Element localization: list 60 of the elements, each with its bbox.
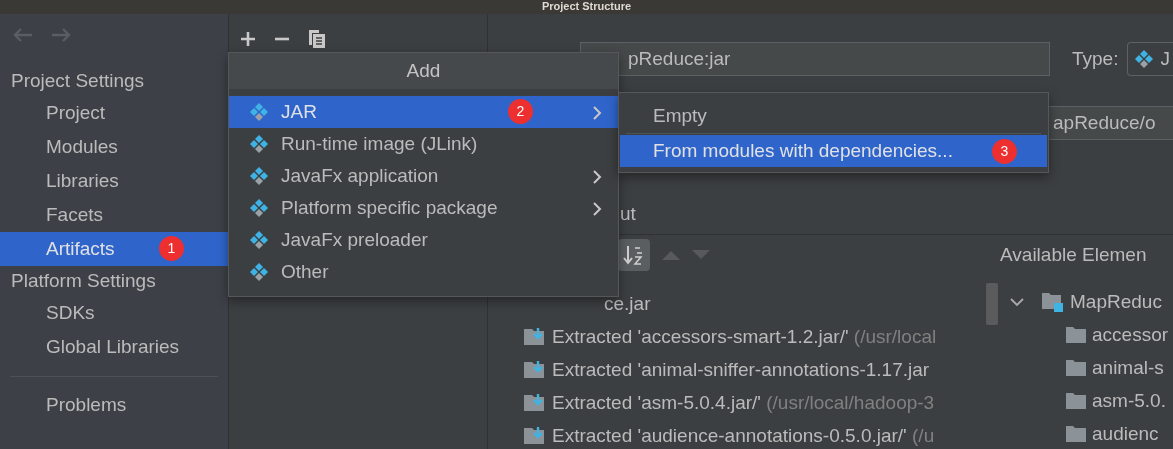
tree-item[interactable]: audienc xyxy=(1092,422,1159,445)
name-field[interactable]: pReduce:jar xyxy=(580,42,1050,76)
sidebar-item[interactable]: Artifacts 1 xyxy=(0,232,228,266)
window-title: Project Structure xyxy=(541,0,632,14)
diamond-icon xyxy=(1134,49,1155,69)
tree-item[interactable]: accessor xyxy=(1092,323,1169,346)
chevron-down-icon[interactable] xyxy=(1010,296,1024,307)
tree-item[interactable]: ce.jar xyxy=(604,292,651,315)
tree-item[interactable]: MapReduc xyxy=(1070,290,1162,313)
extracted-jar-icon xyxy=(524,327,546,346)
tree-item[interactable]: Extracted 'audience-annotations-0.5.0.jar/' (/u xyxy=(552,424,935,447)
step-badge: 1 xyxy=(159,236,184,261)
diamond-icon xyxy=(249,230,269,250)
menu-item[interactable]: Empty xyxy=(620,100,1047,132)
folder-icon xyxy=(1066,359,1086,376)
step-badge: 3 xyxy=(992,139,1017,164)
menu-item[interactable]: From modules with dependencies... 3 xyxy=(620,135,1047,167)
menu-item[interactable]: JavaFx preloader xyxy=(229,224,618,256)
tab-label[interactable]: ut xyxy=(620,200,1173,228)
tree-item[interactable]: Extracted 'asm-5.0.4.jar/' (/usr/local/hadoop-3 xyxy=(552,391,935,414)
sidebar-item[interactable]: Modules xyxy=(0,130,228,164)
diamond-icon xyxy=(249,134,269,154)
sidebar-item[interactable]: Facets xyxy=(0,198,228,232)
menu-item[interactable]: Other xyxy=(229,256,618,288)
folder-icon xyxy=(1066,392,1086,409)
extracted-jar-icon xyxy=(524,426,546,445)
tree-item[interactable]: Extracted 'animal-sniffer-annotations-1.17.jar xyxy=(552,358,930,381)
diamond-icon xyxy=(249,102,269,122)
sort-alphabetical-icon xyxy=(623,244,645,266)
extracted-jar-icon xyxy=(524,393,546,412)
folder-icon xyxy=(1066,326,1086,343)
type-dropdown[interactable]: J xyxy=(1127,42,1173,76)
section-heading: Project Settings xyxy=(10,69,146,93)
panel-title: Available Elemen xyxy=(1000,244,1148,266)
sidebar-item[interactable]: Problems xyxy=(0,388,228,422)
scrollbar[interactable] xyxy=(986,283,998,325)
diamond-icon xyxy=(249,262,269,282)
menu-title: Add xyxy=(229,53,618,89)
folder-icon xyxy=(1066,425,1086,442)
tree-item[interactable]: animal-s xyxy=(1092,356,1164,379)
extracted-jar-icon xyxy=(524,360,546,379)
sidebar-item[interactable]: Global Libraries xyxy=(0,330,228,364)
menu-item[interactable]: JavaFx application xyxy=(229,160,618,192)
sidebar-item[interactable]: Libraries xyxy=(0,164,228,198)
type-label: Type: xyxy=(1072,48,1119,70)
menu-item[interactable]: JAR 2 xyxy=(229,96,618,128)
add-icon[interactable] xyxy=(240,31,256,47)
menu-item[interactable]: Platform specific package xyxy=(229,192,618,224)
sidebar-item[interactable]: SDKs xyxy=(0,296,228,330)
diamond-icon xyxy=(249,166,269,186)
section-heading: Platform Settings xyxy=(10,269,157,293)
module-folder-icon xyxy=(1042,291,1064,312)
menu-item[interactable]: Run-time image (JLink) xyxy=(229,128,618,160)
step-badge: 2 xyxy=(508,99,533,124)
copy-icon[interactable] xyxy=(308,29,326,49)
diamond-icon xyxy=(249,198,269,218)
tree-item[interactable]: Extracted 'accessors-smart-1.2.jar/' (/usr/local xyxy=(552,325,937,348)
tree-item[interactable]: asm-5.0. xyxy=(1092,389,1166,412)
sidebar-item[interactable]: Project xyxy=(0,96,228,130)
sort-button[interactable] xyxy=(618,239,650,271)
